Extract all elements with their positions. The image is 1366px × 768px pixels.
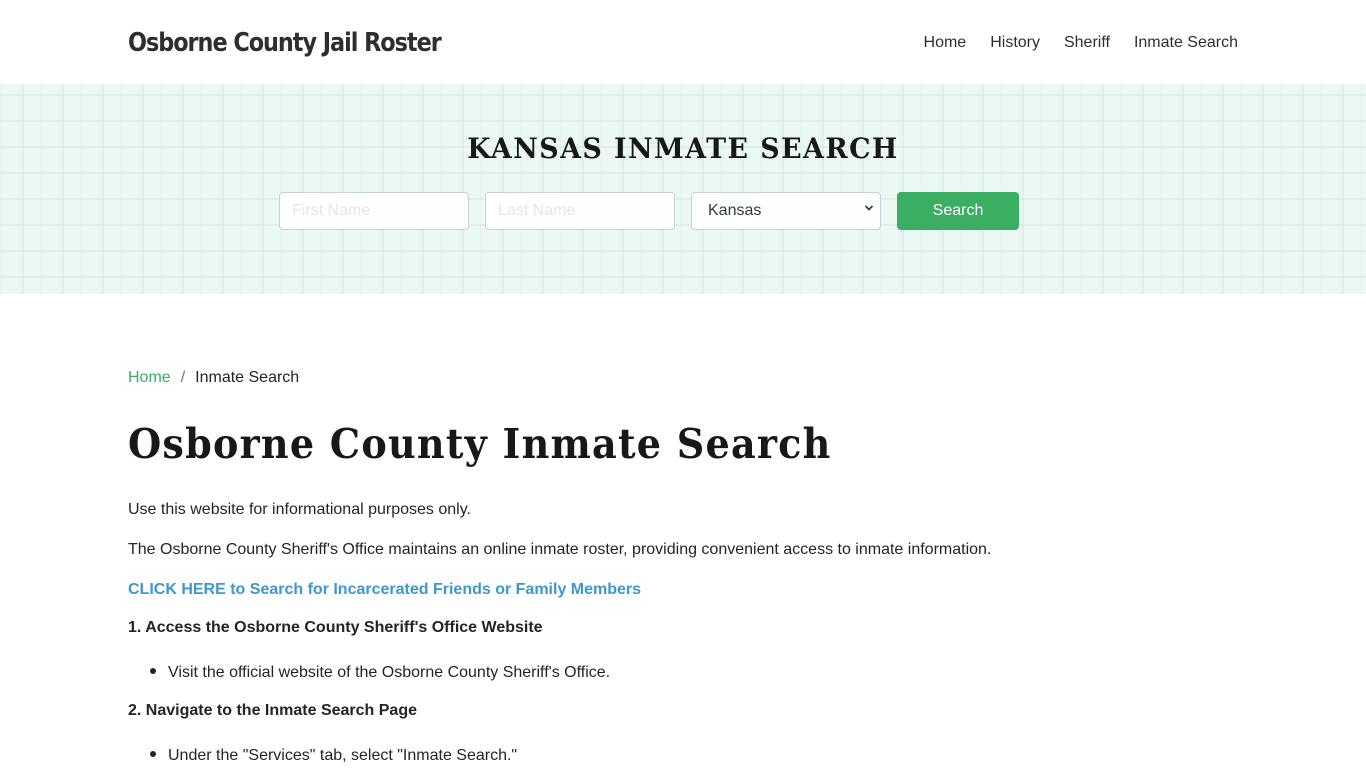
step-heading: 1. Access the Osborne County Sheriff's O… xyxy=(128,619,543,636)
site-brand[interactable]: Osborne County Jail Roster xyxy=(128,24,442,62)
last-name-input[interactable] xyxy=(485,192,675,230)
site-header: Osborne County Jail Roster Home History … xyxy=(0,0,1366,84)
nav-home[interactable]: Home xyxy=(924,32,967,54)
state-select[interactable]: Kansas xyxy=(691,192,881,230)
search-button[interactable]: Search xyxy=(897,192,1019,230)
list-item-text: Visit the official website of the Osborn… xyxy=(168,664,611,681)
breadcrumb-current: Inmate Search xyxy=(195,369,300,386)
list-item: Visit the official website of the Osborn… xyxy=(150,663,610,683)
breadcrumb: Home / Inmate Search xyxy=(128,368,299,388)
search-cta-link[interactable]: CLICK HERE to Search for Incarcerated Fr… xyxy=(128,581,641,598)
nav-history[interactable]: History xyxy=(990,32,1040,54)
search-hero: KANSAS INMATE SEARCH Kansas Search xyxy=(0,84,1366,294)
description-text: The Osborne County Sheriff's Office main… xyxy=(128,541,992,558)
nav-sheriff[interactable]: Sheriff xyxy=(1064,32,1110,54)
main-nav: Home History Sheriff Inmate Search xyxy=(900,32,1238,54)
nav-inmate-search[interactable]: Inmate Search xyxy=(1134,32,1238,54)
breadcrumb-separator: / xyxy=(180,369,186,386)
list-item: Under the "Services" tab, select "Inmate… xyxy=(150,746,517,766)
bullet-icon xyxy=(150,667,156,674)
breadcrumb-home[interactable]: Home xyxy=(128,368,171,388)
intro-text: Use this website for informational purpo… xyxy=(128,501,471,518)
page-title: Osborne County Inmate Search xyxy=(128,420,832,468)
list-item-text: Under the "Services" tab, select "Inmate… xyxy=(168,747,518,764)
chevron-down-icon xyxy=(864,205,874,211)
bullet-icon xyxy=(150,750,156,757)
cta-paragraph: CLICK HERE to Search for Incarcerated Fr… xyxy=(128,580,641,600)
first-name-input[interactable] xyxy=(279,192,469,230)
step-heading: 2. Navigate to the Inmate Search Page xyxy=(128,702,417,719)
hero-title: KANSAS INMATE SEARCH xyxy=(467,132,899,165)
state-select-value: Kansas xyxy=(708,202,762,219)
